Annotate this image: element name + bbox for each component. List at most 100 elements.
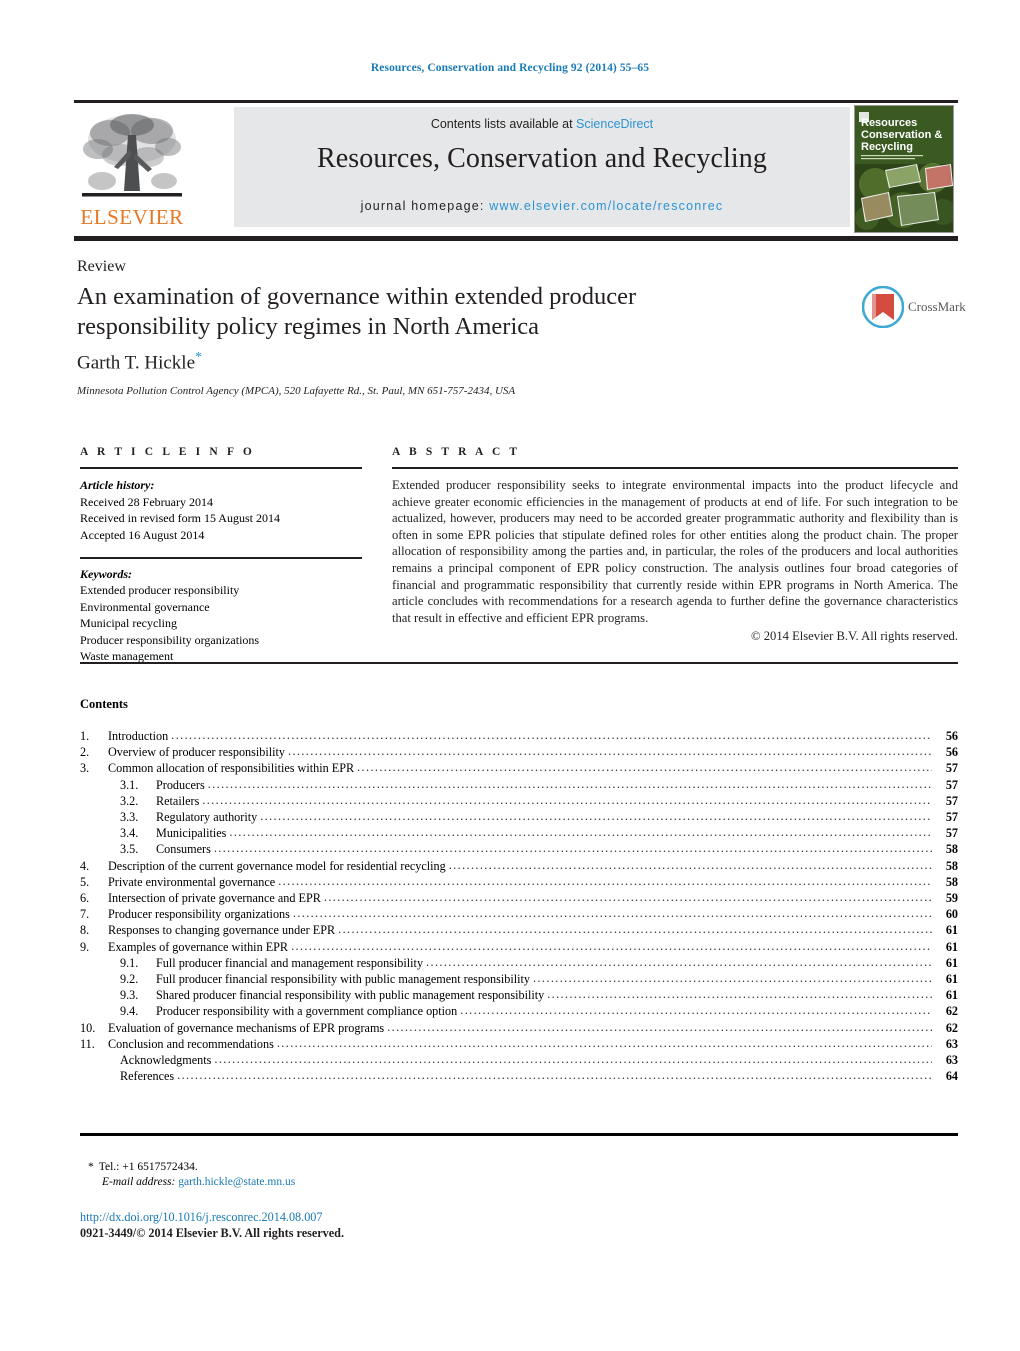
article-history-item: Received 28 February 2014 [80, 494, 213, 509]
journal-homepage-line: journal homepage: www.elsevier.com/locat… [234, 199, 850, 213]
toc-entry[interactable]: 3.4. Municipalities......................… [80, 825, 958, 841]
toc-entry-number: 9. [80, 939, 90, 954]
masthead-bottom-rule [74, 236, 958, 241]
toc-entry[interactable]: 7. Producer responsibility organizations.… [80, 906, 958, 922]
article-info-column: A R T I C L E I N F O Article history: R… [80, 446, 362, 665]
doi-block: http://dx.doi.org/10.1016/j.resconrec.20… [80, 1209, 344, 1241]
toc-entry-page: 56 [945, 729, 958, 743]
toc-entry-number: 2. [80, 745, 90, 760]
doi-link[interactable]: http://dx.doi.org/10.1016/j.resconrec.20… [80, 1209, 344, 1225]
toc-entry-label: Common allocation of responsibilities wi… [108, 761, 355, 776]
cover-title-line1: Resources [861, 117, 917, 129]
toc-entry-page: 60 [945, 907, 958, 922]
toc-leader-dots: ........................................… [323, 890, 932, 905]
toc-leader-dots: ........................................… [547, 987, 932, 1002]
abstract-heading: A B S T R A C T [392, 446, 521, 458]
crossmark-badge-group[interactable]: CrossMark [862, 286, 966, 328]
toc-entry-page: 58 [945, 842, 958, 857]
crossmark-icon[interactable] [862, 286, 904, 328]
toc-entry[interactable]: 3. Common allocation of responsibilities … [80, 760, 958, 776]
journal-cover-artwork: Resources Conservation & Recycling [855, 106, 953, 232]
toc-entry-page: 59 [945, 891, 958, 906]
toc-entry-label: Private environmental governance [108, 874, 276, 889]
keywords-label: Keywords: [80, 566, 132, 581]
toc-leader-dots: ........................................… [387, 1019, 932, 1034]
toc-entry-page: 58 [945, 874, 958, 889]
issn-copyright-line: 0921-3449/© 2014 Elsevier B.V. All right… [80, 1226, 345, 1240]
abstract-rule [392, 467, 958, 469]
toc-leader-dots: ........................................… [533, 971, 932, 986]
toc-entry[interactable]: 10. Evaluation of governance mechanisms o… [80, 1020, 958, 1036]
toc-entry-number: 3. [80, 761, 90, 776]
contents-list: 1. Introduction..........................… [80, 728, 958, 1084]
toc-leader-dots: ........................................… [202, 792, 932, 807]
footnote-tel-line: * Tel.: +1 6517572434. [88, 1160, 295, 1175]
toc-entry[interactable]: 3.3. Regulatory authority................… [80, 809, 958, 825]
toc-entry-number: 9.1. [120, 955, 139, 970]
sciencedirect-link[interactable]: ScienceDirect [576, 117, 653, 131]
article-first-page: Resources, Conservation and Recycling 92… [0, 0, 1020, 1351]
masthead-band: Contents lists available at ScienceDirec… [234, 107, 850, 227]
email-link[interactable]: garth.hickle@state.mn.us [178, 1176, 295, 1188]
toc-entry-page: 61 [945, 939, 958, 954]
toc-entry-page: 61 [945, 955, 958, 970]
toc-entry[interactable]: 9.1. Full producer financial and manageme… [80, 955, 958, 971]
toc-entry-number: 4. [80, 858, 90, 873]
toc-entry[interactable]: 11. Conclusion and recommendations.......… [80, 1036, 958, 1052]
article-history-item: Received in revised form 15 August 2014 [80, 511, 280, 525]
toc-entry-label: Producer responsibility organizations [108, 907, 290, 922]
toc-entry-label: Overview of producer responsibility [108, 745, 286, 760]
contents-available-line: Contents lists available at ScienceDirec… [234, 117, 850, 131]
toc-leader-dots: ........................................… [276, 1035, 932, 1050]
toc-entry-page: 62 [945, 1020, 958, 1035]
toc-entry[interactable]: 3.2. Retailers...........................… [80, 793, 958, 809]
toc-entry[interactable]: Acknowledgments.........................… [80, 1052, 958, 1068]
corresponding-author-footnote: * Tel.: +1 6517572434. E-mail address: ga… [88, 1160, 295, 1190]
toc-entry-page: 64 [945, 1069, 958, 1084]
toc-entry[interactable]: 9.3. Shared producer financial responsibi… [80, 987, 958, 1003]
toc-entry-number: 3.2. [120, 793, 139, 808]
toc-entry[interactable]: 3.1. Producers...........................… [80, 777, 958, 793]
journal-title: Resources, Conservation and Recycling [316, 143, 768, 174]
toc-entry-label: References [120, 1069, 175, 1084]
toc-entry-page: 57 [945, 761, 958, 776]
toc-entry[interactable]: 6. Intersection of private governance and… [80, 890, 958, 906]
toc-entry-page: 58 [945, 858, 958, 873]
article-history-label: Article history: [80, 478, 155, 492]
toc-leader-dots: ........................................… [214, 1052, 932, 1067]
table-of-contents: Contents 1. Introduction.................… [80, 697, 958, 1084]
toc-entry[interactable]: 5. Private environmental governance......… [80, 874, 958, 890]
toc-entry-label: Shared producer financial responsibility… [156, 988, 545, 1003]
toc-leader-dots: ........................................… [171, 728, 932, 742]
toc-leader-dots: ........................................… [278, 873, 932, 888]
toc-entry[interactable]: 8. Responses to changing governance under… [80, 922, 958, 938]
journal-homepage-prefix: journal homepage: [360, 199, 490, 213]
toc-entry-number: 9.2. [120, 972, 139, 987]
toc-entry[interactable]: 9. Examples of governance within EPR.....… [80, 939, 958, 955]
masthead-top-rule [74, 100, 958, 103]
toc-entry-number: 6. [80, 891, 90, 906]
toc-entry[interactable]: 1. Introduction..........................… [80, 728, 958, 744]
toc-leader-dots: ........................................… [177, 1068, 932, 1083]
toc-entry-number: 8. [80, 923, 90, 938]
journal-homepage-link[interactable]: www.elsevier.com/locate/resconrec [489, 199, 723, 213]
toc-entry-label: Introduction [108, 729, 169, 743]
toc-entry[interactable]: 4. Description of the current governance … [80, 858, 958, 874]
toc-entry[interactable]: 3.5. Consumers...........................… [80, 841, 958, 857]
toc-leader-dots: ........................................… [292, 906, 932, 921]
footnote-tel: Tel.: +1 6517572434. [98, 1161, 198, 1173]
toc-entry[interactable]: 9.4. Producer responsibility with a gover… [80, 1003, 958, 1019]
article-info-heading: A R T I C L E I N F O [80, 446, 255, 458]
toc-entry-number: 3.4. [120, 826, 139, 841]
toc-entry-label: Examples of governance within EPR [108, 939, 289, 954]
toc-entry-label: Full producer financial responsibility w… [156, 972, 531, 987]
toc-leader-dots: ........................................… [448, 857, 932, 872]
footnote-email-line: E-mail address: garth.hickle@state.mn.us [88, 1175, 295, 1190]
abstract-body: Extended producer responsibility seeks t… [392, 478, 958, 625]
toc-entry[interactable]: References..............................… [80, 1068, 958, 1084]
toc-entry[interactable]: 9.2. Full producer financial responsibili… [80, 971, 958, 987]
toc-entry-page: 57 [945, 793, 958, 808]
toc-entry[interactable]: 2. Overview of producer responsibility...… [80, 744, 958, 760]
toc-entry-label: Responses to changing governance under E… [108, 923, 336, 938]
toc-entry-number: 3.5. [120, 842, 139, 857]
